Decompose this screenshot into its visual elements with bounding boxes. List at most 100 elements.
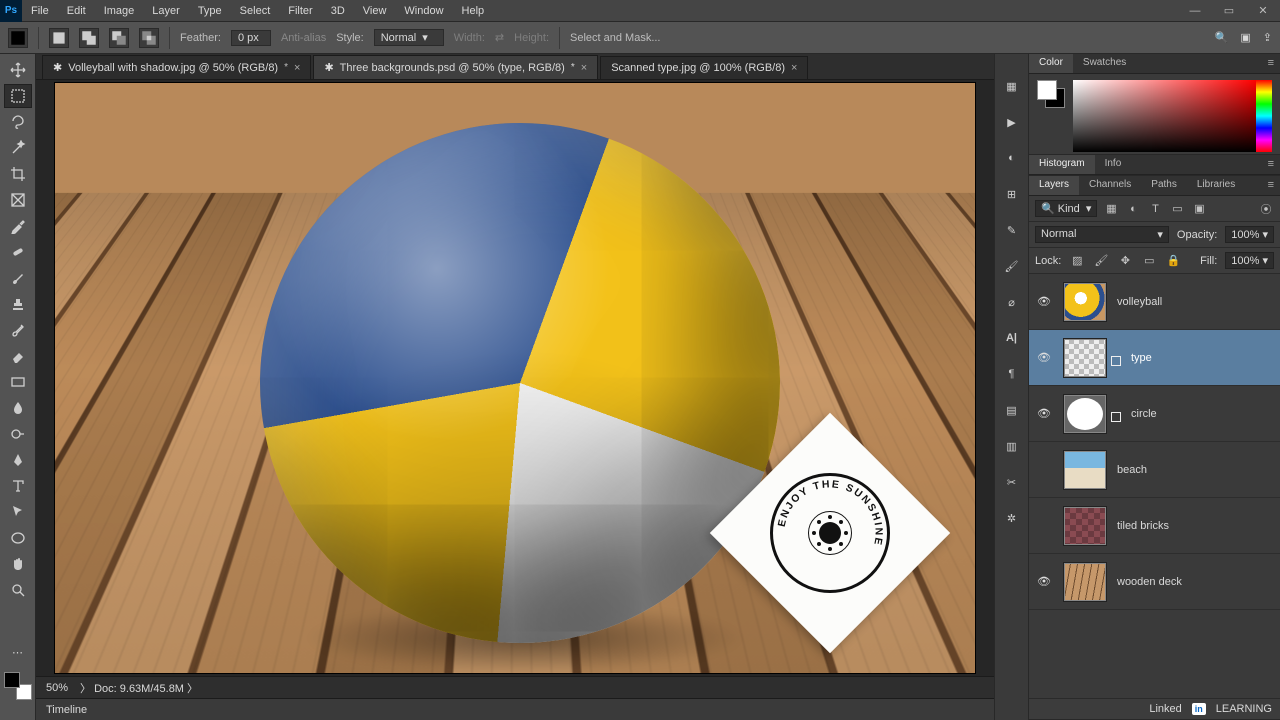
frame-icon[interactable]: ▣ (1240, 31, 1250, 44)
notes-panel-icon[interactable]: ▥ (1002, 436, 1022, 456)
layer-name[interactable]: type (1131, 352, 1274, 364)
visibility-toggle[interactable]: 👁 (1035, 407, 1053, 420)
visibility-toggle[interactable]: 👁 (1035, 463, 1053, 476)
actions-panel-icon[interactable]: ▶ (1002, 112, 1022, 132)
dodge-tool[interactable] (4, 422, 32, 446)
type-tool[interactable] (4, 474, 32, 498)
pen-tool[interactable] (4, 448, 32, 472)
tab-layers[interactable]: Layers (1029, 176, 1079, 195)
close-button[interactable]: ✕ (1246, 0, 1280, 22)
layer-row[interactable]: 👁type (1029, 330, 1280, 386)
search-icon[interactable]: 🔍 (1215, 31, 1229, 44)
filter-type-icon[interactable]: T (1147, 201, 1163, 217)
document-tab[interactable]: ✱Three backgrounds.psd @ 50% (type, RGB/… (313, 55, 598, 79)
hand-tool[interactable] (4, 552, 32, 576)
add-selection-icon[interactable] (79, 28, 99, 48)
layer-comps-panel-icon[interactable]: ▤ (1002, 400, 1022, 420)
intersect-selection-icon[interactable] (139, 28, 159, 48)
filter-toggle[interactable]: ⦿ (1258, 201, 1274, 217)
stamp-tool[interactable] (4, 292, 32, 316)
paragraph-panel-icon[interactable]: ¶ (1002, 364, 1022, 384)
lock-artboard-icon[interactable]: ▭ (1141, 253, 1157, 269)
navigator-panel-icon[interactable]: ✲ (1002, 508, 1022, 528)
antialias-checkbox[interactable]: Anti-alias (281, 32, 326, 44)
tab-histogram[interactable]: Histogram (1029, 155, 1095, 174)
menu-view[interactable]: View (354, 0, 396, 22)
layer-thumbnail[interactable] (1063, 394, 1107, 434)
menu-image[interactable]: Image (95, 0, 144, 22)
panel-menu-icon[interactable]: ≡ (1262, 54, 1280, 73)
eyedropper-tool[interactable] (4, 214, 32, 238)
blur-tool[interactable] (4, 396, 32, 420)
close-tab-icon[interactable]: × (581, 62, 587, 74)
history-panel-icon[interactable]: ▦ (1002, 76, 1022, 96)
properties-panel-icon[interactable]: ◐ (1002, 148, 1022, 168)
menu-layer[interactable]: Layer (143, 0, 189, 22)
layer-row[interactable]: 👁 volleyball (1029, 274, 1280, 330)
eraser-tool[interactable] (4, 344, 32, 368)
foreground-color-swatch[interactable] (4, 672, 20, 688)
visibility-toggle[interactable]: 👁 (1035, 575, 1053, 588)
layer-name[interactable]: wooden deck (1117, 576, 1274, 588)
layer-thumbnail[interactable] (1063, 562, 1107, 602)
tab-color[interactable]: Color (1029, 54, 1073, 73)
shape-tool[interactable] (4, 526, 32, 550)
style-select[interactable]: Normal ▾ (374, 29, 444, 46)
path-select-tool[interactable] (4, 500, 32, 524)
visibility-toggle[interactable]: 👁 (1035, 519, 1053, 532)
tool-presets-panel-icon[interactable]: ✂ (1002, 472, 1022, 492)
zoom-level[interactable]: 50% (46, 682, 68, 694)
new-selection-icon[interactable] (49, 28, 69, 48)
filter-pixel-icon[interactable]: ▦ (1103, 201, 1119, 217)
menu-help[interactable]: Help (453, 0, 494, 22)
menu-window[interactable]: Window (395, 0, 452, 22)
adjustments-panel-icon[interactable]: ⊞ (1002, 184, 1022, 204)
tab-info[interactable]: Info (1095, 155, 1132, 174)
menu-file[interactable]: File (22, 0, 58, 22)
feather-input[interactable]: 0 px (231, 30, 271, 46)
lasso-tool[interactable] (4, 110, 32, 134)
clone-source-panel-icon[interactable]: ⌀ (1002, 292, 1022, 312)
lock-transparency-icon[interactable]: ▨ (1069, 253, 1085, 269)
hue-slider[interactable] (1256, 80, 1272, 152)
heal-tool[interactable] (4, 240, 32, 264)
frame-tool[interactable] (4, 188, 32, 212)
lock-position-icon[interactable]: ✥ (1117, 253, 1133, 269)
opacity-input[interactable]: 100% ▾ (1225, 226, 1274, 243)
layer-name[interactable]: tiled bricks (1117, 520, 1274, 532)
move-tool[interactable] (4, 58, 32, 82)
tab-channels[interactable]: Channels (1079, 176, 1141, 195)
active-tool-icon[interactable] (8, 28, 28, 48)
subtract-selection-icon[interactable] (109, 28, 129, 48)
menu-type[interactable]: Type (189, 0, 231, 22)
fill-input[interactable]: 100% ▾ (1225, 252, 1274, 269)
layer-row[interactable]: 👁beach (1029, 442, 1280, 498)
color-swatches[interactable] (4, 672, 32, 700)
canvas[interactable]: ENJOY THE SUNSHINE (55, 83, 975, 673)
wand-tool[interactable] (4, 136, 32, 160)
menu-select[interactable]: Select (231, 0, 280, 22)
close-tab-icon[interactable]: × (791, 62, 797, 74)
panel-color-swatches[interactable] (1037, 80, 1065, 108)
menu-3d[interactable]: 3D (322, 0, 354, 22)
maximize-button[interactable]: ▭ (1212, 0, 1246, 22)
layer-thumbnail[interactable] (1063, 450, 1107, 490)
brush-settings-panel-icon[interactable]: 🖌 (1002, 256, 1022, 276)
layer-row[interactable]: 👁 circle (1029, 386, 1280, 442)
layer-row[interactable]: 👁 wooden deck (1029, 554, 1280, 610)
tab-libraries[interactable]: Libraries (1187, 176, 1245, 195)
panel-menu-icon[interactable]: ≡ (1262, 176, 1280, 195)
layer-filter-kind[interactable]: 🔍 Kind ▾ (1035, 200, 1097, 217)
layer-thumbnail[interactable] (1063, 506, 1107, 546)
layer-name[interactable]: volleyball (1117, 296, 1274, 308)
gradient-tool[interactable] (4, 370, 32, 394)
layer-name[interactable]: circle (1131, 408, 1274, 420)
layer-thumbnail[interactable] (1063, 282, 1107, 322)
tab-swatches[interactable]: Swatches (1073, 54, 1136, 73)
close-tab-icon[interactable]: × (294, 62, 300, 74)
visibility-toggle[interactable]: 👁 (1035, 295, 1053, 308)
panel-menu-icon[interactable]: ≡ (1262, 155, 1280, 174)
brush-tool[interactable] (4, 266, 32, 290)
document-tab[interactable]: ✱Volleyball with shadow.jpg @ 50% (RGB/8… (42, 55, 311, 79)
canvas-viewport[interactable]: www.rrcg.cn ENJOY THE SUNSHINE (36, 80, 994, 676)
